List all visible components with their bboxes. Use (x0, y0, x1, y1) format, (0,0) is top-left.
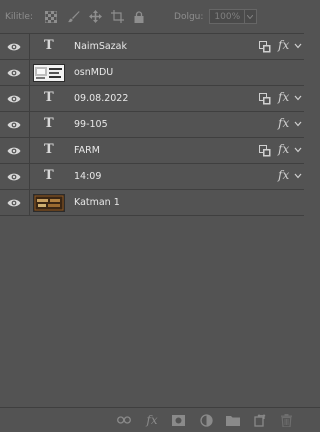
layer-row[interactable]: T NaimSazak fx (0, 33, 304, 60)
chevron-down-icon[interactable] (294, 94, 302, 102)
layer-thumbnail (33, 64, 65, 82)
layer-list: T NaimSazak fx osnMDU T 09.08.2022 fx T … (0, 33, 304, 216)
new-layer-icon[interactable] (253, 413, 267, 427)
divider (29, 138, 30, 163)
trash-icon[interactable] (279, 413, 293, 427)
lock-all-icon[interactable] (128, 8, 150, 26)
layer-row[interactable]: T 14:09 fx (0, 164, 304, 190)
fill-label: Dolgu: (174, 11, 204, 22)
layer-row[interactable]: T 99-105 fx (0, 112, 304, 138)
layer-name[interactable]: NaimSazak (74, 41, 127, 52)
lock-image-pixels-icon[interactable] (62, 8, 84, 26)
lock-position-icon[interactable] (84, 8, 106, 26)
lock-fill-bar: Kilitle: Dolgu: 100% (0, 0, 320, 33)
visibility-eye-icon[interactable] (7, 146, 21, 156)
layer-effects-icon[interactable]: fx (278, 142, 289, 156)
divider (29, 60, 30, 85)
layers-bottom-toolbar: fx (0, 407, 320, 432)
layer-name[interactable]: FARM (74, 145, 100, 156)
text-layer-icon: T (44, 168, 54, 183)
chevron-down-icon[interactable] (294, 172, 302, 180)
adjustment-layer-icon[interactable] (199, 413, 213, 427)
text-layer-icon: T (44, 90, 54, 105)
layer-name[interactable]: 09.08.2022 (74, 93, 128, 104)
smart-object-icon (259, 93, 271, 105)
layers-panel: Kilitle: Dolgu: 100% T NaimSazak fx osnM… (0, 0, 320, 432)
visibility-eye-icon[interactable] (7, 68, 21, 78)
divider (29, 164, 30, 189)
lock-artboard-icon[interactable] (106, 8, 128, 26)
divider (29, 86, 30, 111)
layer-row[interactable]: osnMDU (0, 60, 304, 86)
layer-effects-icon[interactable]: fx (278, 90, 289, 104)
chevron-down-icon[interactable] (294, 146, 302, 154)
add-mask-icon[interactable] (171, 413, 185, 427)
layer-effects-icon[interactable]: fx (278, 168, 289, 182)
text-layer-icon: T (44, 142, 54, 157)
layer-effects-icon[interactable]: fx (278, 38, 289, 52)
smart-object-icon (259, 145, 271, 157)
folder-icon[interactable] (226, 413, 240, 427)
layer-row[interactable]: T 09.08.2022 fx (0, 86, 304, 112)
fill-input[interactable]: 100% (209, 9, 258, 24)
chevron-down-icon[interactable] (294, 120, 302, 128)
layer-name[interactable]: 14:09 (74, 171, 101, 182)
layer-thumbnail (33, 194, 65, 212)
text-layer-icon: T (44, 38, 54, 53)
text-layer-icon: T (44, 116, 54, 131)
layer-row[interactable]: T FARM fx (0, 138, 304, 164)
visibility-eye-icon[interactable] (7, 42, 21, 52)
divider (29, 34, 30, 59)
layer-name[interactable]: Katman 1 (74, 197, 120, 208)
chevron-down-icon[interactable] (244, 10, 255, 23)
layer-row[interactable]: Katman 1 (0, 190, 304, 216)
visibility-eye-icon[interactable] (7, 94, 21, 104)
visibility-eye-icon[interactable] (7, 198, 21, 208)
lock-label: Kilitle: (5, 11, 34, 22)
link-layers-icon[interactable] (117, 413, 131, 427)
divider (29, 190, 30, 215)
fill-value: 100% (214, 11, 241, 22)
smart-object-icon (259, 41, 271, 53)
visibility-eye-icon[interactable] (7, 172, 21, 182)
lock-transparent-pixels-icon[interactable] (40, 8, 62, 26)
layer-name[interactable]: osnMDU (74, 67, 113, 78)
layer-name[interactable]: 99-105 (74, 119, 108, 130)
layer-effects-icon[interactable]: fx (278, 116, 289, 130)
chevron-down-icon[interactable] (294, 42, 302, 50)
scrollbar[interactable] (304, 33, 320, 407)
add-layer-style-icon[interactable]: fx (145, 413, 159, 427)
divider (29, 112, 30, 137)
visibility-eye-icon[interactable] (7, 120, 21, 130)
